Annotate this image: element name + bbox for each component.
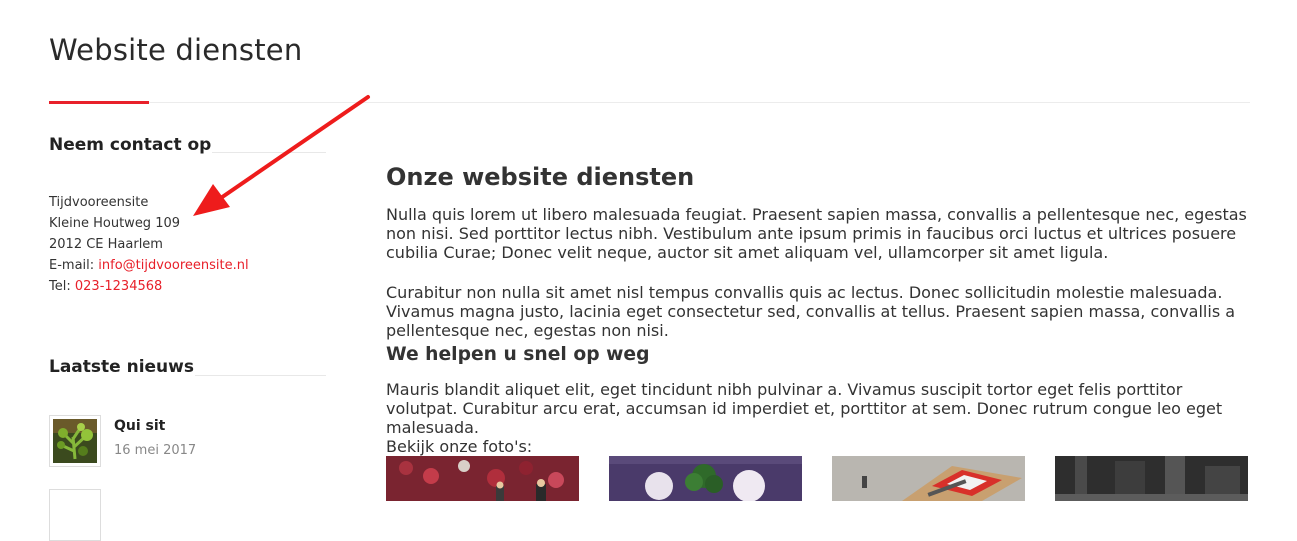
contact-email-link[interactable]: info@tijdvooreensite.nl <box>98 258 248 273</box>
news-item-date: 16 mei 2017 <box>114 443 197 458</box>
page-title: Website diensten <box>49 33 303 67</box>
contact-company: Tijdvooreensite <box>49 195 149 210</box>
plant-photo-icon <box>53 419 97 463</box>
title-divider <box>49 102 1250 103</box>
mousetrap-photo-icon <box>832 456 1025 501</box>
main-paragraph-1: Nulla quis lorem ut libero malesuada feu… <box>386 205 1247 262</box>
gallery-photo-4[interactable] <box>1055 456 1248 501</box>
photos-label: Bekijk onze foto's: <box>386 437 533 456</box>
news-widget-title: Laatste nieuws <box>49 357 194 377</box>
contact-city: 2012 CE Haarlem <box>49 237 163 252</box>
news-widget-rule <box>195 375 326 376</box>
gallery-photo-2[interactable] <box>609 456 802 501</box>
gallery-photo-1[interactable] <box>386 456 579 501</box>
flowers-photo-icon <box>609 456 802 501</box>
contact-phone-row: Tel: 023-1234568 <box>49 276 249 297</box>
contact-phone-link[interactable]: 023-1234568 <box>75 279 162 294</box>
berries-photo-icon <box>386 456 579 501</box>
contact-street: Kleine Houtweg 109 <box>49 216 181 231</box>
main-heading: Onze website diensten <box>386 162 695 191</box>
gallery-photo-3[interactable] <box>832 456 1025 501</box>
contact-details: Tijdvooreensite Kleine Houtweg 109 2012 … <box>49 192 249 297</box>
contact-email-label: E-mail: <box>49 258 95 273</box>
main-paragraph-3: Mauris blandit aliquet elit, eget tincid… <box>386 380 1223 437</box>
contact-email-row: E-mail: info@tijdvooreensite.nl <box>49 255 249 276</box>
contact-widget-title: Neem contact op <box>49 135 212 155</box>
contact-widget-rule <box>212 152 326 153</box>
building-photo-icon <box>1055 456 1248 501</box>
contact-phone-label: Tel: <box>49 279 71 294</box>
main-subheading: We helpen u snel op weg <box>386 343 650 365</box>
news-thumbnail[interactable] <box>49 415 101 467</box>
main-paragraph-2: Curabitur non nulla sit amet nisl tempus… <box>386 283 1236 340</box>
news-item-title[interactable]: Qui sit <box>114 418 165 434</box>
title-accent-bar <box>49 101 149 104</box>
news-thumbnail-partial[interactable] <box>49 489 101 541</box>
